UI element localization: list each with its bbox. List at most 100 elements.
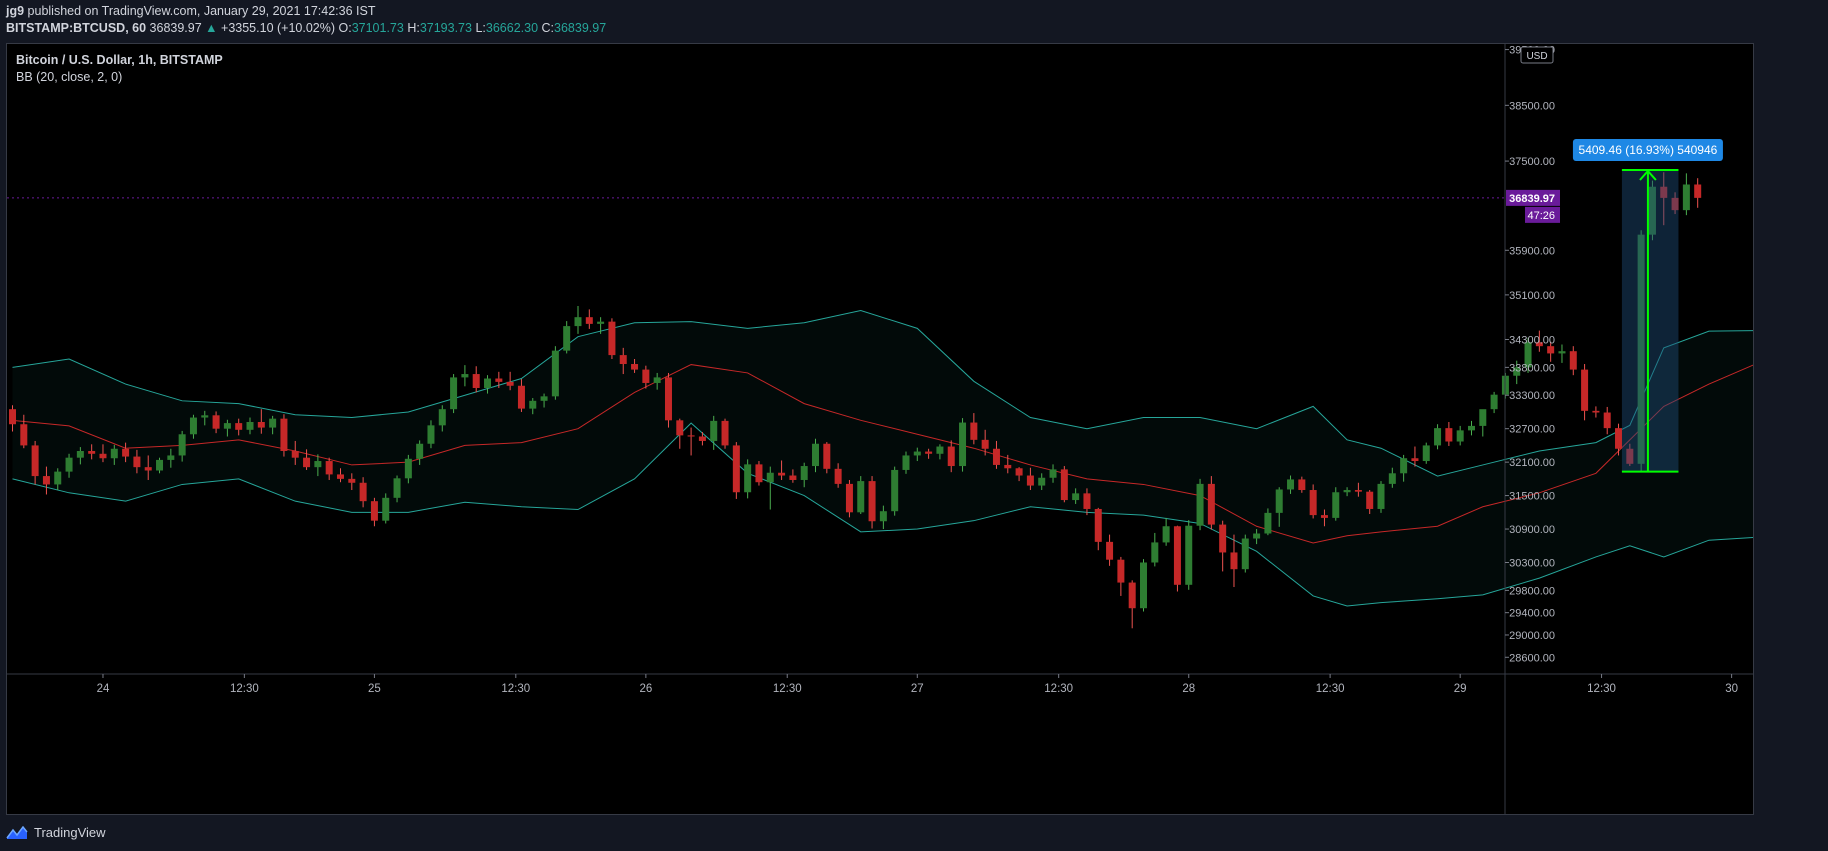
- candle-body: [9, 409, 16, 425]
- publisher-name[interactable]: jg9: [6, 4, 24, 18]
- candle-body: [608, 321, 616, 356]
- candle-body: [1060, 469, 1068, 501]
- time-label: 29: [1454, 683, 1467, 695]
- candle-body: [348, 478, 356, 483]
- open-value: 37101.73: [351, 21, 404, 35]
- candle-body: [189, 417, 197, 435]
- footer: TradingView: [0, 815, 1828, 851]
- candle-body: [766, 472, 774, 483]
- chart-area[interactable]: 5409.46 (16.93%) 540946 39500.0038500.00…: [6, 43, 1754, 815]
- candle-body: [212, 415, 220, 429]
- price-label: 29400.00: [1509, 608, 1555, 620]
- candle-body: [574, 317, 582, 327]
- tradingview-brand[interactable]: TradingView: [6, 825, 106, 840]
- candle-body: [1445, 428, 1453, 442]
- candle-body: [1400, 458, 1408, 474]
- candle-body: [879, 511, 887, 522]
- publication-info: jg9 published on TradingView.com, Januar…: [6, 4, 375, 18]
- candle-body: [1490, 394, 1498, 410]
- candle-body: [20, 424, 28, 446]
- candle-body: [1128, 582, 1136, 609]
- candle-body: [529, 400, 537, 409]
- candle-body: [1049, 469, 1057, 478]
- price-label: 30900.00: [1509, 524, 1555, 536]
- candle-body: [1309, 490, 1317, 516]
- candle-body: [450, 377, 458, 410]
- candle-body: [1038, 477, 1046, 486]
- last-price: 36839.97: [149, 21, 202, 35]
- candle-body: [597, 321, 605, 324]
- candle-body: [642, 369, 650, 383]
- candle-body: [1615, 428, 1623, 449]
- candle-body: [1072, 493, 1080, 501]
- candle-body: [959, 422, 967, 467]
- candle-body: [1219, 524, 1227, 553]
- legend-title[interactable]: Bitcoin / U.S. Dollar, 1h, BITSTAMP: [16, 52, 223, 69]
- price-chart[interactable]: 5409.46 (16.93%) 540946 39500.0038500.00…: [7, 44, 1753, 814]
- candle-body: [585, 317, 593, 324]
- candle-body: [1106, 541, 1114, 560]
- candle-body: [461, 374, 469, 378]
- candle-body: [1388, 473, 1396, 484]
- candle-body: [1230, 552, 1238, 570]
- candle-body: [913, 451, 921, 456]
- change-arrow-icon: ▲: [205, 21, 218, 35]
- candle-body: [868, 481, 876, 522]
- published-text: published on TradingView.com, January 29…: [27, 4, 376, 18]
- candle-body: [1366, 491, 1374, 509]
- candle-body: [1682, 184, 1690, 211]
- candle-body: [1332, 492, 1340, 518]
- candle-body: [223, 423, 231, 429]
- open-label: O:: [338, 21, 352, 35]
- symbol-name[interactable]: BITSTAMP:BTCUSD, 60: [6, 21, 146, 35]
- time-label: 25: [368, 683, 381, 695]
- high-value: 37193.73: [419, 21, 472, 35]
- candle-body: [167, 455, 175, 460]
- time-label: 27: [911, 683, 924, 695]
- measure-badge-label: 5409.46 (16.93%) 540946: [1579, 143, 1718, 157]
- candle-body: [359, 482, 367, 502]
- time-label: 12:30: [501, 683, 530, 695]
- candle-body: [1151, 542, 1159, 563]
- candle-body: [1015, 468, 1023, 476]
- candle-body: [427, 425, 435, 444]
- currency-label: USD: [1526, 51, 1547, 62]
- candle-body: [687, 435, 695, 437]
- time-label: 12:30: [1316, 683, 1345, 695]
- candle-body: [269, 418, 277, 428]
- candle-body: [54, 471, 62, 485]
- candle-body: [800, 466, 808, 480]
- candle-body: [1140, 562, 1147, 609]
- candle-body: [789, 475, 797, 480]
- candle-body: [710, 420, 718, 441]
- candle-body: [1592, 410, 1600, 413]
- price-label: 37500.00: [1509, 156, 1555, 168]
- price-label: 29800.00: [1509, 585, 1555, 597]
- candle-body: [732, 445, 740, 493]
- time-label: 30: [1725, 683, 1738, 695]
- candle-body: [495, 378, 503, 382]
- brand-name: TradingView: [34, 825, 106, 840]
- symbol-info: BITSTAMP:BTCUSD, 60 36839.97 ▲ +3355.10 …: [6, 21, 606, 35]
- candle-body: [970, 422, 978, 440]
- close-value: 36839.97: [554, 21, 607, 35]
- candle-body: [1603, 412, 1611, 429]
- candle-body: [1026, 475, 1034, 486]
- candle-body: [1264, 512, 1272, 534]
- candle-body: [76, 450, 84, 458]
- price-label: 30300.00: [1509, 557, 1555, 569]
- candle-body: [1207, 483, 1215, 525]
- price-label: 33300.00: [1509, 390, 1555, 402]
- candle-body: [1320, 515, 1328, 518]
- candle-body: [1354, 490, 1362, 492]
- indicator-legend[interactable]: BB (20, close, 2, 0): [16, 69, 223, 86]
- candle-body: [280, 418, 288, 451]
- candle-body: [382, 497, 390, 521]
- chart-header: jg9 published on TradingView.com, Januar…: [0, 0, 1828, 42]
- candle-body: [778, 472, 786, 476]
- candle-body: [1479, 409, 1487, 426]
- candle-body: [551, 350, 559, 397]
- candle-body: [1253, 533, 1261, 539]
- candle-body: [99, 453, 107, 459]
- candle-body: [484, 378, 492, 388]
